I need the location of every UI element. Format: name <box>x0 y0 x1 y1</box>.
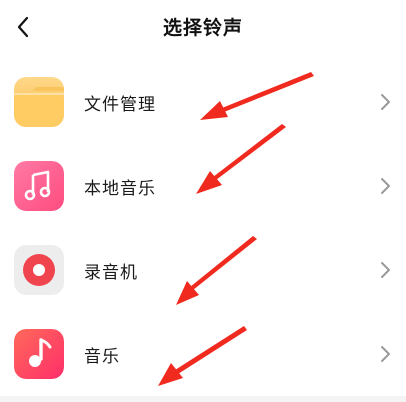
chevron-right-icon <box>381 94 390 110</box>
list-item-recorder[interactable]: 录音机 <box>0 226 406 310</box>
chevron-right-icon <box>381 346 390 362</box>
list-item-music[interactable]: 音乐 <box>0 310 406 394</box>
page-title: 选择铃声 <box>162 17 243 39</box>
folder-icon <box>14 77 64 127</box>
list-item-label: 文件管理 <box>84 95 156 115</box>
music-app-icon <box>14 329 64 379</box>
chevron-right-icon <box>381 178 390 194</box>
list-item-local-music[interactable]: 本地音乐 <box>0 142 406 226</box>
list-item-label: 录音机 <box>84 263 138 283</box>
music-note-icon <box>14 161 64 211</box>
chevron-right-icon <box>381 262 390 278</box>
list-item-label: 音乐 <box>84 347 120 367</box>
list-item-file-manager[interactable]: 文件管理 <box>0 58 406 142</box>
header: 选择铃声 <box>0 0 406 58</box>
bottom-divider <box>0 396 406 402</box>
list-item-label: 本地音乐 <box>84 179 156 199</box>
ringtone-picker-screen: 选择铃声 文件管理 本地音乐 录音机 音乐 <box>0 0 406 402</box>
record-icon <box>14 245 64 295</box>
